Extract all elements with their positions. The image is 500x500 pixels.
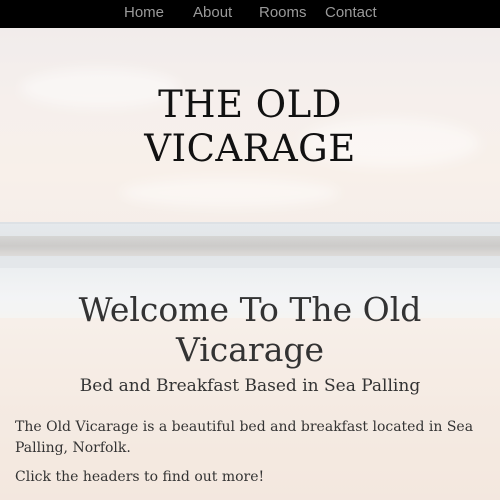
site-title-line1: THE OLD	[158, 83, 342, 126]
cta-text: Click the headers to find out more!	[15, 469, 265, 485]
site-title: THE OLD VICARAGE	[0, 83, 500, 171]
subtitle: Bed and Breakfast Based in Sea Palling	[79, 376, 421, 396]
intro-line2: Palling, Norfolk.	[15, 440, 131, 456]
site-title-line2: VICARAGE	[144, 127, 356, 170]
nav-rooms-link[interactable]: Rooms	[259, 4, 307, 22]
nav-about-link[interactable]: About	[193, 4, 232, 22]
intro-paragraph: The Old Vicarage is a beautiful bed and …	[15, 417, 485, 459]
nav-contact-link[interactable]: Contact	[325, 4, 377, 22]
welcome-heading-line2: Vicarage	[175, 330, 325, 369]
top-nav: Home About Rooms Contact	[0, 0, 500, 28]
intro-line1: The Old Vicarage is a beautiful bed and …	[15, 419, 474, 435]
welcome-heading-line1: Welcome To The Old	[78, 290, 422, 329]
welcome-heading: Welcome To The Old Vicarage	[0, 290, 500, 370]
nav-home-link[interactable]: Home	[124, 4, 164, 22]
